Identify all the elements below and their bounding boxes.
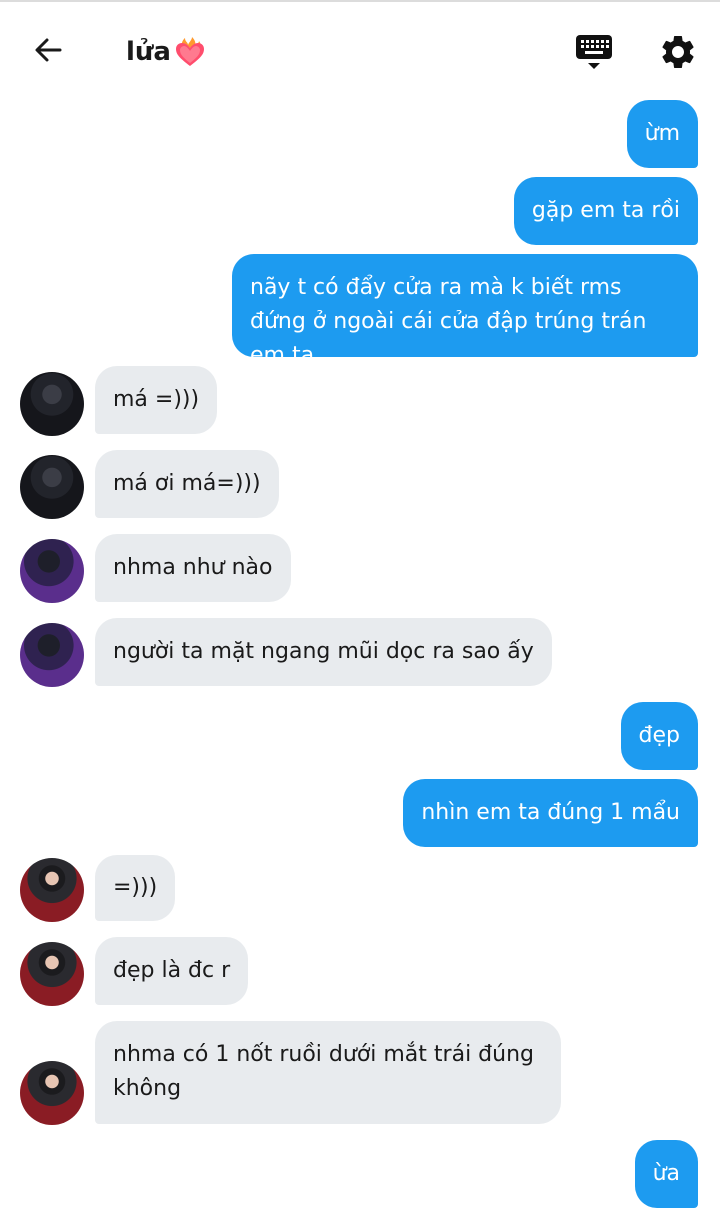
message-text: ừm: [644, 121, 680, 146]
message-text: nãy t có đẩy cửa ra mà k biết rms đứng ở…: [250, 275, 647, 368]
message-text: ừa: [652, 1161, 680, 1186]
keyboard-icon: [576, 35, 612, 69]
message-text: =))): [113, 875, 158, 900]
message-text: má ơi má=))): [113, 471, 261, 496]
chat-header: lửa: [0, 2, 720, 94]
avatar[interactable]: [20, 623, 84, 687]
avatar[interactable]: [20, 372, 84, 436]
avatar[interactable]: [20, 539, 84, 603]
incoming-message[interactable]: đẹp là đc r: [95, 937, 249, 1005]
message-text: đẹp: [638, 723, 680, 748]
message-text: gặp em ta rồi: [531, 198, 680, 223]
incoming-message[interactable]: người ta mặt ngang mũi dọc ra sao ấy: [95, 618, 552, 686]
settings-button[interactable]: [658, 32, 698, 72]
conversation-title[interactable]: lửa: [126, 36, 207, 68]
keyboard-button[interactable]: [574, 32, 614, 72]
message-text: nhma có 1 nốt ruồi dưới mắt trái đúng kh…: [113, 1042, 534, 1101]
message-text: nhma như nào: [113, 555, 273, 580]
outgoing-message[interactable]: đẹp: [620, 702, 698, 770]
arrow-left-icon: [35, 38, 62, 62]
avatar[interactable]: [20, 942, 84, 1006]
incoming-message[interactable]: má =))): [95, 366, 218, 434]
incoming-message[interactable]: nhma có 1 nốt ruồi dưới mắt trái đúng kh…: [95, 1021, 561, 1124]
avatar[interactable]: [20, 455, 84, 519]
burning-heart-icon: [175, 37, 204, 66]
incoming-message[interactable]: =))): [95, 855, 176, 921]
outgoing-message[interactable]: ừm: [626, 100, 698, 168]
message-text: nhìn em ta đúng 1 mẩu: [421, 800, 680, 825]
message-text: người ta mặt ngang mũi dọc ra sao ấy: [113, 639, 534, 664]
incoming-message[interactable]: nhma như nào: [95, 534, 291, 602]
incoming-message[interactable]: má ơi má=))): [95, 450, 279, 518]
message-text: má =))): [113, 387, 200, 412]
avatar[interactable]: [20, 1061, 84, 1125]
message-list[interactable]: ừm gặp em ta rồi nãy t có đẩy cửa ra mà …: [0, 94, 720, 1212]
outgoing-message[interactable]: ừa: [634, 1140, 698, 1208]
conversation-name: lửa: [126, 37, 171, 67]
gear-icon: [662, 35, 694, 68]
outgoing-message[interactable]: gặp em ta rồi: [513, 177, 698, 245]
avatar[interactable]: [20, 858, 84, 922]
back-button[interactable]: [28, 30, 68, 70]
outgoing-message[interactable]: nãy t có đẩy cửa ra mà k biết rms đứng ở…: [232, 254, 698, 368]
outgoing-message[interactable]: nhìn em ta đúng 1 mẩu: [403, 779, 698, 847]
message-text: đẹp là đc r: [113, 958, 231, 983]
